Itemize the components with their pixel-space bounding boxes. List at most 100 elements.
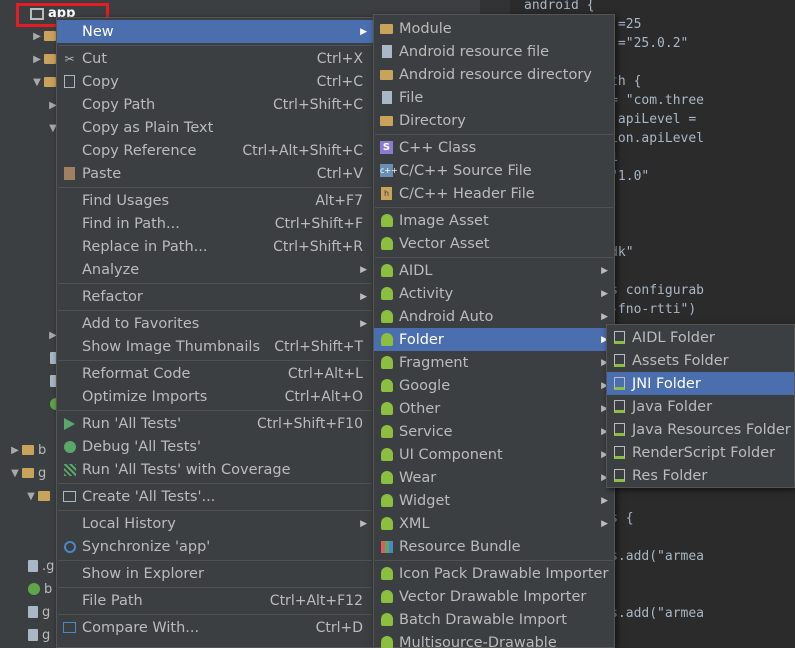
menu-item-synchronize-app[interactable]: Synchronize 'app' <box>57 535 373 558</box>
cpp-header-icon: h <box>379 186 394 201</box>
folder-icon <box>379 21 394 36</box>
menu-item-label: New <box>82 23 114 40</box>
tree-row-label: g <box>42 604 51 620</box>
menu-item-file-path[interactable]: File Path Ctrl+Alt+F12 <box>57 589 373 612</box>
folder-submenu: AIDL Folder Assets Folder JNI Folder Java F… <box>606 324 795 488</box>
tree-row[interactable]: ▼ <box>24 486 54 506</box>
menu-item-label: Android resource file <box>399 43 550 60</box>
menu-item-directory[interactable]: Directory <box>374 109 614 132</box>
expand-arrow-icon[interactable]: ▶ <box>8 445 22 456</box>
menu-item-resource-bundle[interactable]: Resource Bundle <box>374 535 614 558</box>
menu-item-batch-drawable-import[interactable]: Batch Drawable Import <box>374 608 614 631</box>
menu-item-find-usages[interactable]: Find Usages Alt+F7 <box>57 189 373 212</box>
tree-row[interactable]: b <box>28 579 52 599</box>
android-icon <box>379 470 394 485</box>
menu-item-other[interactable]: Other ▶ <box>374 397 614 420</box>
menu-item-label: Cut <box>82 50 107 67</box>
android-icon <box>379 447 394 462</box>
menu-item-label: File <box>399 89 424 106</box>
menu-item-copy-reference[interactable]: Copy Reference Ctrl+Alt+Shift+C <box>57 139 373 162</box>
menu-item-wear[interactable]: Wear ▶ <box>374 466 614 489</box>
menu-item-label: Add to Favorites <box>82 315 200 332</box>
menu-item-label: Copy <box>82 73 119 90</box>
tree-row[interactable]: .g <box>28 556 54 576</box>
resource-file-icon <box>379 44 394 59</box>
menu-item-copy-path[interactable]: Copy Path Ctrl+Shift+C <box>57 93 373 116</box>
expand-arrow-icon[interactable]: ▶ <box>30 54 44 65</box>
menu-item-copy-as-plain-text[interactable]: Copy as Plain Text <box>57 116 373 139</box>
menu-item-jni-folder[interactable]: JNI Folder <box>607 372 794 395</box>
menu-item-c-c-header-file[interactable]: h C/C++ Header File <box>374 182 614 205</box>
menu-item-label: Folder <box>399 331 444 348</box>
menu-item-show-image-thumbnails[interactable]: Show Image Thumbnails Ctrl+Shift+T <box>57 335 373 358</box>
menu-item-run-all-tests-with-coverage[interactable]: Run 'All Tests' with Coverage <box>57 458 373 481</box>
menu-item-local-history[interactable]: Local History ▶ <box>57 512 373 535</box>
collapse-arrow-icon[interactable]: ▼ <box>30 77 44 88</box>
menu-item-copy[interactable]: Copy Ctrl+C <box>57 70 373 93</box>
menu-item-folder[interactable]: Folder ▶ <box>374 328 614 351</box>
tree-row[interactable]: ▼ g <box>8 463 46 483</box>
menu-item-label: AIDL Folder <box>632 329 715 346</box>
menu-item-image-asset[interactable]: Image Asset <box>374 209 614 232</box>
menu-item-label: Resource Bundle <box>399 538 521 555</box>
menu-item-java-resources-folder[interactable]: Java Resources Folder <box>607 418 794 441</box>
menu-item-cut[interactable]: ✂ Cut Ctrl+X <box>57 47 373 70</box>
menu-item-xml[interactable]: XML ▶ <box>374 512 614 535</box>
menu-item-label: Reformat Code <box>82 365 191 382</box>
tree-row[interactable]: g <box>28 625 50 645</box>
menu-item-widget[interactable]: Widget ▶ <box>374 489 614 512</box>
menu-item-optimize-imports[interactable]: Optimize Imports Ctrl+Alt+O <box>57 385 373 408</box>
menu-item-show-in-explorer[interactable]: Show in Explorer <box>57 562 373 585</box>
menu-item-aidl-folder[interactable]: AIDL Folder <box>607 326 794 349</box>
menu-item-label: Vector Asset <box>399 235 490 252</box>
tree-row[interactable]: ▶ b <box>8 440 46 460</box>
menu-item-service[interactable]: Service ▶ <box>374 420 614 443</box>
menu-item-new[interactable]: New ▶ <box>57 20 373 43</box>
new-submenu: Module Android resource file Android resou… <box>373 14 615 648</box>
menu-item-refactor[interactable]: Refactor ▶ <box>57 285 373 308</box>
menu-separator <box>58 45 372 46</box>
menu-item-vector-drawable-importer[interactable]: Vector Drawable Importer <box>374 585 614 608</box>
menu-item-reformat-code[interactable]: Reformat Code Ctrl+Alt+L <box>57 362 373 385</box>
menu-item-aidl[interactable]: AIDL ▶ <box>374 259 614 282</box>
menu-item-label: Batch Drawable Import <box>399 611 567 628</box>
menu-item-assets-folder[interactable]: Assets Folder <box>607 349 794 372</box>
menu-item-google[interactable]: Google ▶ <box>374 374 614 397</box>
menu-item-multisource-drawable[interactable]: Multisource-Drawable <box>374 631 614 648</box>
menu-item-ui-component[interactable]: UI Component ▶ <box>374 443 614 466</box>
compare-icon <box>62 620 77 635</box>
android-icon <box>379 332 394 347</box>
menu-item-label: Module <box>399 20 452 37</box>
menu-item-label: Find in Path... <box>82 215 180 232</box>
menu-item-c-c-source-file[interactable]: c++ C/C++ Source File <box>374 159 614 182</box>
menu-item-replace-in-path[interactable]: Replace in Path... Ctrl+Shift+R <box>57 235 373 258</box>
android-icon <box>379 589 394 604</box>
expand-arrow-icon[interactable]: ▶ <box>30 31 44 42</box>
menu-item-fragment[interactable]: Fragment ▶ <box>374 351 614 374</box>
menu-item-icon-pack-drawable-importer[interactable]: Icon Pack Drawable Importer <box>374 562 614 585</box>
menu-item-file[interactable]: File <box>374 86 614 109</box>
menu-item-paste[interactable]: Paste Ctrl+V <box>57 162 373 185</box>
menu-item-c-class[interactable]: S C++ Class <box>374 136 614 159</box>
menu-item-res-folder[interactable]: Res Folder <box>607 464 794 487</box>
menu-item-android-resource-file[interactable]: Android resource file <box>374 40 614 63</box>
menu-item-label: Image Asset <box>399 212 489 229</box>
menu-item-run-all-tests[interactable]: Run 'All Tests' Ctrl+Shift+F10 <box>57 412 373 435</box>
menu-item-vector-asset[interactable]: Vector Asset <box>374 232 614 255</box>
menu-item-analyze[interactable]: Analyze ▶ <box>57 258 373 281</box>
collapse-arrow-icon[interactable]: ▼ <box>24 491 38 502</box>
cut-icon: ✂ <box>64 51 75 66</box>
menu-item-find-in-path[interactable]: Find in Path... Ctrl+Shift+F <box>57 212 373 235</box>
tree-row[interactable]: g <box>28 602 50 622</box>
menu-item-compare-with[interactable]: Compare With... Ctrl+D <box>57 616 373 639</box>
collapse-arrow-icon[interactable]: ▼ <box>8 468 22 479</box>
menu-item-debug-all-tests[interactable]: Debug 'All Tests' <box>57 435 373 458</box>
menu-item-activity[interactable]: Activity ▶ <box>374 282 614 305</box>
menu-item-module[interactable]: Module <box>374 17 614 40</box>
menu-item-java-folder[interactable]: Java Folder <box>607 395 794 418</box>
menu-item-create-all-tests[interactable]: Create 'All Tests'... <box>57 485 373 508</box>
menu-item-android-auto[interactable]: Android Auto ▶ <box>374 305 614 328</box>
menu-item-renderscript-folder[interactable]: RenderScript Folder <box>607 441 794 464</box>
menu-item-add-to-favorites[interactable]: Add to Favorites ▶ <box>57 312 373 335</box>
menu-item-android-resource-directory[interactable]: Android resource directory <box>374 63 614 86</box>
